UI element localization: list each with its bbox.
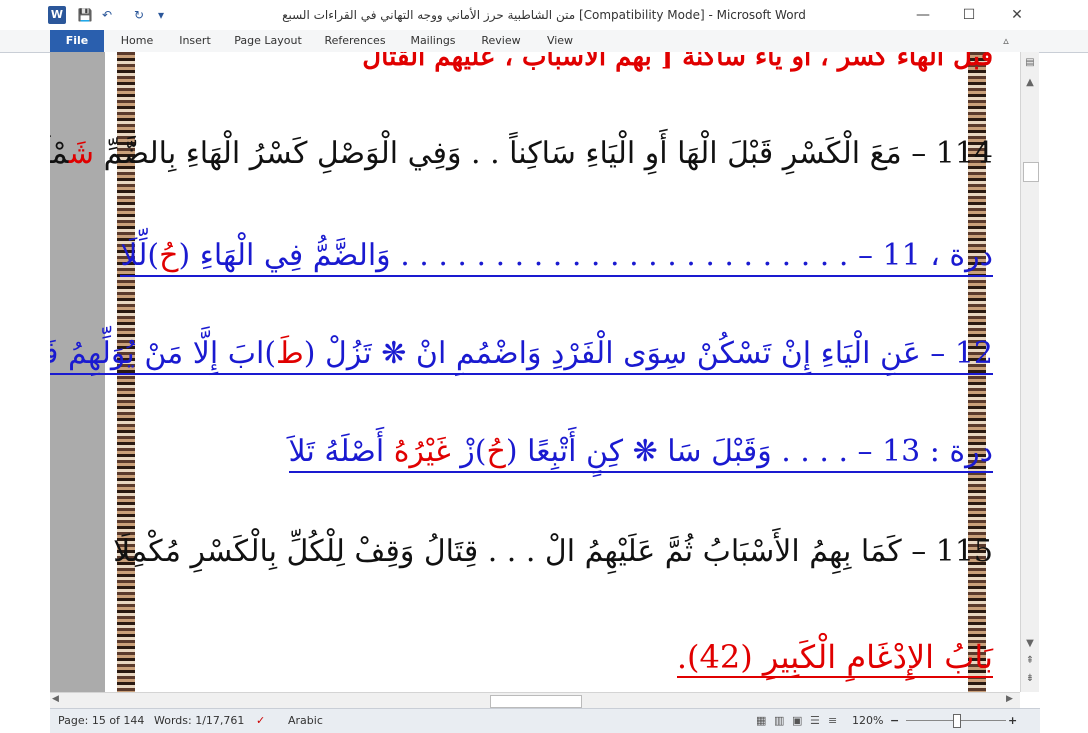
word-count[interactable]: Words: 1/17,761 [154,714,244,727]
scroll-down-icon[interactable]: ▼ [1023,637,1037,651]
partial-top-line: قبل الهاء كسر ، أو ياء ساكنة [ بهم الأسب… [362,52,993,72]
durra-12-end: )ابَ إِلَّا مَنْ يُوَلِّهِمُ فَلاَ [50,336,277,371]
verse-114: 114 – مَعَ الْكَسْرِ قَبْلَ الْهَا أَوِ … [50,136,993,171]
tab-page-layout[interactable]: Page Layout [230,30,306,52]
view-print-layout-icon[interactable]: ▦ [756,714,766,727]
tab-file[interactable]: File [50,30,104,52]
view-outline-icon[interactable]: ☰ [810,714,820,727]
durra-13-mid: )زْ [450,434,487,469]
title-bar: W 💾 ↶ ↻ ▾ متن الشاطبية حرز الأماني ووجه … [0,0,1088,31]
document-area: قبل الهاء كسر ، أو ياء ساكنة [ بهم الأسب… [50,52,1020,692]
durra-12-prefix: 12 – عَنِ الْيَاءِ إِنْ تَسْكُنْ سِوَى ا… [303,336,993,371]
tab-insert[interactable]: Insert [170,30,220,52]
document-page[interactable]: قبل الهاء كسر ، أو ياء ساكنة [ بهم الأسب… [50,52,1020,692]
zoom-in-button[interactable]: + [1008,714,1017,727]
status-bar: Page: 15 of 144 Words: 1/17,761 ✓ Arabic… [50,708,1040,733]
minimize-button[interactable]: — [900,0,946,30]
proofing-icon[interactable]: ✓ [256,714,265,727]
collapse-ribbon-icon[interactable]: ▵ [998,30,1014,52]
durra-13-code2: غَيْرُهُ [393,434,451,469]
view-web-layout-icon[interactable]: ▣ [792,714,802,727]
ruler-toggle-icon[interactable]: ▤ [1023,56,1037,70]
verse-114-text: 114 [935,136,993,171]
scroll-right-icon[interactable]: ▶ [1006,694,1013,704]
next-page-icon[interactable]: ⇟ [1023,672,1037,686]
durra-11-code: حُ [159,238,179,273]
maximize-button[interactable]: ☐ [946,0,992,30]
tab-review[interactable]: Review [476,30,526,52]
page-count[interactable]: Page: 15 of 144 [58,714,144,727]
previous-page-icon[interactable]: ⇞ [1023,654,1037,668]
durra-11-prefix: درة ، 11 – . . . . . . . . . . . . . . .… [178,238,993,273]
view-full-screen-icon[interactable]: ▥ [774,714,784,727]
durra-11: درة ، 11 – . . . . . . . . . . . . . . .… [120,238,993,277]
verse-114-code: شَ [68,136,95,171]
scroll-up-icon[interactable]: ▲ [1023,76,1037,90]
tab-home[interactable]: Home [112,30,162,52]
vertical-scrollbar[interactable]: ▤ ▲ ▼ ⇞ ⇟ [1020,52,1039,692]
verse-114-end: مْلَلَا [50,136,69,171]
h-scroll-thumb[interactable] [490,695,582,708]
chapter-heading: بَابُ الإِدْغَامِ الْكَبِيرِ (42). [676,638,993,678]
zoom-out-button[interactable]: − [890,714,899,727]
close-button[interactable]: ✕ [994,0,1040,30]
tab-mailings[interactable]: Mailings [404,30,462,52]
durra-13-prefix: درة : 13 – . . . . وَقَبْلَ سَا ❋ كِنٍ أ… [505,434,993,469]
language[interactable]: Arabic [288,714,323,727]
scroll-left-icon[interactable]: ◀ [52,694,59,704]
ribbon-tabs: File Home Insert Page Layout References … [0,30,1088,77]
zoom-level[interactable]: 120% [852,714,883,727]
verse-114-body: – مَعَ الْكَسْرِ قَبْلَ الْهَا أَوِ الْي… [94,136,936,171]
zoom-slider-thumb[interactable] [953,714,961,728]
tab-references[interactable]: References [320,30,390,52]
tab-view[interactable]: View [540,30,580,52]
durra-12: 12 – عَنِ الْيَاءِ إِنْ تَسْكُنْ سِوَى ا… [50,336,993,375]
horizontal-scrollbar[interactable]: ◀ ▶ [50,692,1020,709]
durra-13: درة : 13 – . . . . وَقَبْلَ سَا ❋ كِنٍ أ… [288,434,993,473]
verse-115: 115 – كَمَا بِهِمُ الأَسْبَابُ ثُمَّ عَل… [113,534,993,569]
durra-11-end: )لِّلَا [120,238,160,273]
view-draft-icon[interactable]: ≡ [828,714,837,727]
durra-12-code: طَ [276,336,304,371]
durra-13-code: حُ [486,434,506,469]
durra-13-end: أَصْلَهُ تَلاَ [288,434,394,469]
scroll-thumb[interactable] [1023,162,1039,182]
